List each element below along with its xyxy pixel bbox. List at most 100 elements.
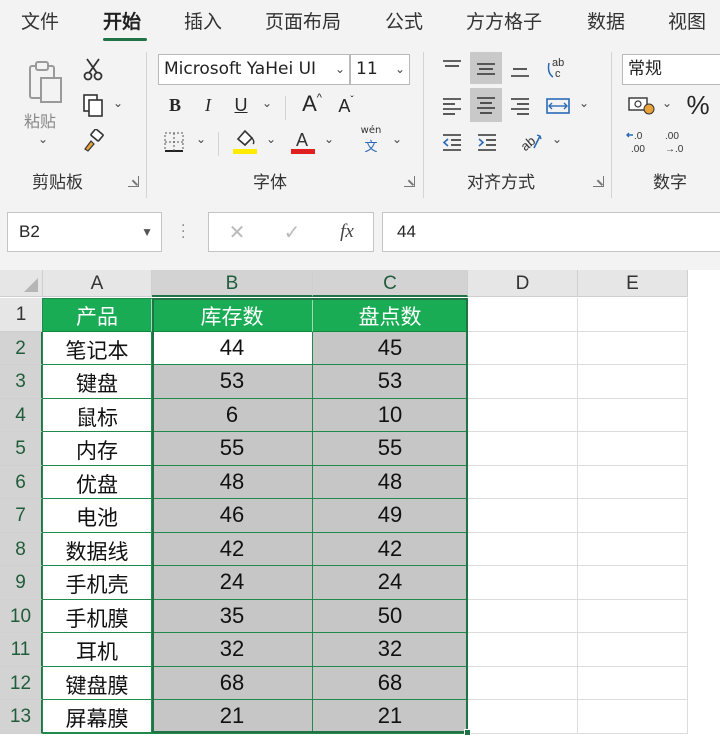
row-header-1[interactable]: 1 — [0, 298, 43, 332]
empty-cell[interactable] — [578, 666, 688, 700]
product-cell[interactable]: 电池 — [43, 499, 152, 533]
merge-center-button[interactable] — [543, 90, 573, 122]
empty-cell[interactable] — [468, 499, 578, 533]
font-size-combo[interactable]: 11 ⌄ — [350, 54, 410, 85]
cancel-icon[interactable]: ✕ — [217, 213, 257, 251]
count-cell[interactable]: 45 — [313, 331, 468, 365]
row-header-11[interactable]: 11 — [0, 633, 43, 667]
increase-font-button[interactable]: A ^ — [298, 88, 326, 120]
row-header-5[interactable]: 5 — [0, 432, 43, 466]
empty-cell[interactable] — [578, 298, 688, 332]
wrap-orientation-button[interactable]: ab c — [543, 52, 573, 84]
chevron-down-icon[interactable]: ▼ — [141, 213, 153, 251]
count-cell[interactable]: 24 — [313, 566, 468, 600]
stock-cell[interactable]: 46 — [152, 499, 313, 533]
copy-dropdown-icon[interactable]: ⌄ — [113, 96, 123, 110]
underline-dropdown-icon[interactable]: ⌄ — [262, 96, 272, 110]
count-cell[interactable]: 48 — [313, 465, 468, 499]
format-painter-button[interactable] — [80, 128, 106, 154]
row-header-2[interactable]: 2 — [0, 331, 43, 365]
align-left-button[interactable] — [437, 90, 467, 122]
italic-button[interactable]: I — [196, 92, 220, 118]
font-color-button[interactable]: A — [288, 126, 318, 156]
product-cell[interactable]: 优盘 — [43, 465, 152, 499]
row-header-10[interactable]: 10 — [0, 599, 43, 633]
row-header-13[interactable]: 13 — [0, 700, 43, 734]
header-cell[interactable]: 产品 — [43, 298, 152, 332]
product-cell[interactable]: 数据线 — [43, 532, 152, 566]
stock-cell[interactable]: 48 — [152, 465, 313, 499]
stock-cell[interactable]: 24 — [152, 566, 313, 600]
empty-cell[interactable] — [578, 499, 688, 533]
tab-view[interactable]: 视图 — [668, 9, 706, 35]
product-cell[interactable]: 手机膜 — [43, 599, 152, 633]
product-cell[interactable]: 手机壳 — [43, 566, 152, 600]
product-cell[interactable]: 键盘膜 — [43, 666, 152, 700]
count-cell[interactable]: 42 — [313, 532, 468, 566]
stock-cell[interactable]: 21 — [152, 700, 313, 734]
underline-button[interactable]: U — [229, 92, 253, 118]
paste-dropdown-icon[interactable]: ⌄ — [38, 132, 48, 146]
accounting-dropdown-icon[interactable]: ⌄ — [662, 96, 672, 110]
header-cell[interactable]: 库存数 — [152, 298, 313, 332]
active-cell[interactable]: 44 — [152, 331, 313, 365]
empty-cell[interactable] — [468, 599, 578, 633]
formula-input[interactable]: 44 — [382, 212, 720, 252]
empty-cell[interactable] — [468, 566, 578, 600]
count-cell[interactable]: 49 — [313, 499, 468, 533]
column-header-e[interactable]: E — [578, 270, 688, 297]
empty-cell[interactable] — [578, 700, 688, 734]
phonetic-dropdown-icon[interactable]: ⌄ — [392, 132, 402, 146]
header-cell[interactable]: 盘点数 — [313, 298, 468, 332]
borders-button[interactable] — [160, 128, 188, 156]
borders-dropdown-icon[interactable]: ⌄ — [196, 132, 206, 146]
empty-cell[interactable] — [578, 331, 688, 365]
font-name-combo[interactable]: Microsoft YaHei UI ⌄ — [158, 54, 350, 85]
stock-cell[interactable]: 6 — [152, 398, 313, 432]
stock-cell[interactable]: 42 — [152, 532, 313, 566]
count-cell[interactable]: 53 — [313, 365, 468, 399]
align-right-button[interactable] — [505, 90, 535, 122]
empty-cell[interactable] — [578, 633, 688, 667]
count-cell[interactable]: 55 — [313, 432, 468, 466]
tab-ffcell[interactable]: 方方格子 — [466, 9, 542, 35]
font-color-dropdown-icon[interactable]: ⌄ — [324, 132, 334, 146]
decrease-decimal-button[interactable]: .00 →.0 — [660, 126, 690, 158]
bold-button[interactable]: B — [163, 92, 187, 118]
more-options-icon[interactable]: · · · — [181, 219, 185, 245]
insert-function-icon[interactable]: fx — [327, 213, 367, 251]
empty-cell[interactable] — [468, 633, 578, 667]
empty-cell[interactable] — [578, 566, 688, 600]
stock-cell[interactable]: 53 — [152, 365, 313, 399]
empty-cell[interactable] — [468, 465, 578, 499]
column-header-d[interactable]: D — [468, 270, 578, 297]
product-cell[interactable]: 键盘 — [43, 365, 152, 399]
select-all-button[interactable] — [0, 270, 43, 297]
stock-cell[interactable]: 55 — [152, 432, 313, 466]
product-cell[interactable]: 耳机 — [43, 633, 152, 667]
name-box[interactable]: B2 ▼ — [7, 212, 162, 252]
tab-page-layout[interactable]: 页面布局 — [265, 9, 341, 35]
count-cell[interactable]: 68 — [313, 666, 468, 700]
empty-cell[interactable] — [578, 532, 688, 566]
tab-insert[interactable]: 插入 — [184, 9, 222, 35]
column-header-b[interactable]: B — [152, 270, 313, 297]
phonetic-button[interactable]: wén 文 — [356, 124, 386, 156]
row-header-4[interactable]: 4 — [0, 398, 43, 432]
accounting-format-button[interactable] — [624, 90, 660, 120]
row-header-3[interactable]: 3 — [0, 365, 43, 399]
empty-cell[interactable] — [468, 298, 578, 332]
row-header-8[interactable]: 8 — [0, 532, 43, 566]
stock-cell[interactable]: 35 — [152, 599, 313, 633]
empty-cell[interactable] — [468, 398, 578, 432]
product-cell[interactable]: 内存 — [43, 432, 152, 466]
count-cell[interactable]: 21 — [313, 700, 468, 734]
product-cell[interactable]: 鼠标 — [43, 398, 152, 432]
empty-cell[interactable] — [468, 666, 578, 700]
empty-cell[interactable] — [468, 331, 578, 365]
paste-button[interactable] — [22, 56, 68, 108]
row-header-6[interactable]: 6 — [0, 465, 43, 499]
tab-home[interactable]: 开始 — [103, 9, 141, 35]
increase-decimal-button[interactable]: .0.00 — [624, 126, 654, 158]
increase-indent-button[interactable] — [472, 126, 502, 158]
